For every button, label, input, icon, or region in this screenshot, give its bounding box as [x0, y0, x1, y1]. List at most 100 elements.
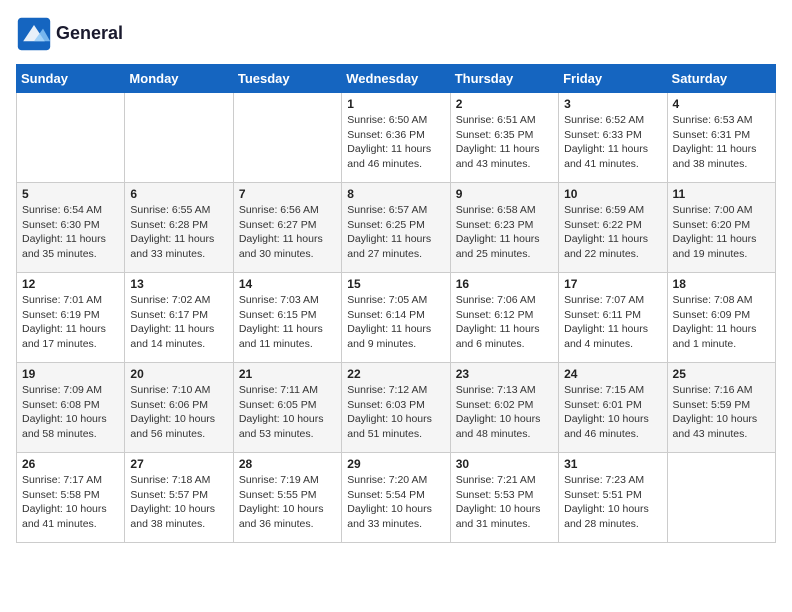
day-number: 31	[564, 457, 661, 471]
day-cell: 16 Sunrise: 7:06 AM Sunset: 6:12 PM Dayli…	[450, 273, 558, 363]
day-info: Sunrise: 6:56 AM Sunset: 6:27 PM Dayligh…	[239, 203, 336, 262]
day-cell: 1Sunrise: 6:50 AM Sunset: 6:36 PM Daylig…	[342, 93, 450, 183]
day-info: Sunrise: 6:55 AM Sunset: 6:28 PM Dayligh…	[130, 203, 227, 262]
day-cell: 23 Sunrise: 7:13 AM Sunset: 6:02 PM Dayli…	[450, 363, 558, 453]
day-cell: 19Sunrise: 7:09 AM Sunset: 6:08 PM Dayli…	[17, 363, 125, 453]
calendar-table: SundayMondayTuesdayWednesdayThursdayFrid…	[16, 64, 776, 543]
day-cell	[125, 93, 233, 183]
week-row-5: 26Sunrise: 7:17 AM Sunset: 5:58 PM Dayli…	[17, 453, 776, 543]
day-cell: 2 Sunrise: 6:51 AM Sunset: 6:35 PM Daylig…	[450, 93, 558, 183]
day-number: 26	[22, 457, 119, 471]
day-info: Sunrise: 7:00 AM Sunset: 6:20 PM Dayligh…	[673, 203, 770, 262]
day-info: Sunrise: 7:08 AM Sunset: 6:09 PM Dayligh…	[673, 293, 770, 352]
day-info: Sunrise: 7:20 AM Sunset: 5:54 PM Dayligh…	[347, 473, 444, 532]
day-cell: 27Sunrise: 7:18 AM Sunset: 5:57 PM Dayli…	[125, 453, 233, 543]
day-number: 8	[347, 187, 444, 201]
day-cell: 9 Sunrise: 6:58 AM Sunset: 6:23 PM Daylig…	[450, 183, 558, 273]
day-cell: 14Sunrise: 7:03 AM Sunset: 6:15 PM Dayli…	[233, 273, 341, 363]
day-number: 2	[456, 97, 553, 111]
day-number: 20	[130, 367, 227, 381]
week-row-4: 19Sunrise: 7:09 AM Sunset: 6:08 PM Dayli…	[17, 363, 776, 453]
logo-text: General	[56, 24, 123, 44]
header-day-wednesday: Wednesday	[342, 65, 450, 93]
logo-icon	[16, 16, 52, 52]
day-number: 30	[456, 457, 553, 471]
day-number: 17	[564, 277, 661, 291]
day-number: 18	[673, 277, 770, 291]
day-info: Sunrise: 7:15 AM Sunset: 6:01 PM Dayligh…	[564, 383, 661, 442]
day-cell: 7 Sunrise: 6:56 AM Sunset: 6:27 PM Daylig…	[233, 183, 341, 273]
day-info: Sunrise: 7:02 AM Sunset: 6:17 PM Dayligh…	[130, 293, 227, 352]
day-number: 24	[564, 367, 661, 381]
day-info: Sunrise: 7:13 AM Sunset: 6:02 PM Dayligh…	[456, 383, 553, 442]
header-day-thursday: Thursday	[450, 65, 558, 93]
day-info: Sunrise: 6:57 AM Sunset: 6:25 PM Dayligh…	[347, 203, 444, 262]
day-cell: 21Sunrise: 7:11 AM Sunset: 6:05 PM Dayli…	[233, 363, 341, 453]
header-day-tuesday: Tuesday	[233, 65, 341, 93]
week-row-3: 12 Sunrise: 7:01 AM Sunset: 6:19 PM Dayli…	[17, 273, 776, 363]
day-cell: 15Sunrise: 7:05 AM Sunset: 6:14 PM Dayli…	[342, 273, 450, 363]
day-number: 13	[130, 277, 227, 291]
week-row-1: 1Sunrise: 6:50 AM Sunset: 6:36 PM Daylig…	[17, 93, 776, 183]
day-info: Sunrise: 7:16 AM Sunset: 5:59 PM Dayligh…	[673, 383, 770, 442]
day-info: Sunrise: 7:11 AM Sunset: 6:05 PM Dayligh…	[239, 383, 336, 442]
day-cell: 25 Sunrise: 7:16 AM Sunset: 5:59 PM Dayli…	[667, 363, 775, 453]
day-info: Sunrise: 6:59 AM Sunset: 6:22 PM Dayligh…	[564, 203, 661, 262]
day-number: 4	[673, 97, 770, 111]
day-cell: 5 Sunrise: 6:54 AM Sunset: 6:30 PM Daylig…	[17, 183, 125, 273]
day-number: 10	[564, 187, 661, 201]
day-cell: 6 Sunrise: 6:55 AM Sunset: 6:28 PM Daylig…	[125, 183, 233, 273]
day-cell: 28Sunrise: 7:19 AM Sunset: 5:55 PM Dayli…	[233, 453, 341, 543]
day-number: 5	[22, 187, 119, 201]
day-number: 23	[456, 367, 553, 381]
day-cell	[17, 93, 125, 183]
page-header: General	[16, 16, 776, 52]
day-info: Sunrise: 6:51 AM Sunset: 6:35 PM Dayligh…	[456, 113, 553, 172]
day-info: Sunrise: 7:12 AM Sunset: 6:03 PM Dayligh…	[347, 383, 444, 442]
day-cell: 13 Sunrise: 7:02 AM Sunset: 6:17 PM Dayli…	[125, 273, 233, 363]
week-row-2: 5 Sunrise: 6:54 AM Sunset: 6:30 PM Daylig…	[17, 183, 776, 273]
day-info: Sunrise: 6:53 AM Sunset: 6:31 PM Dayligh…	[673, 113, 770, 172]
day-number: 29	[347, 457, 444, 471]
day-info: Sunrise: 7:01 AM Sunset: 6:19 PM Dayligh…	[22, 293, 119, 352]
day-number: 11	[673, 187, 770, 201]
day-info: Sunrise: 7:03 AM Sunset: 6:15 PM Dayligh…	[239, 293, 336, 352]
day-info: Sunrise: 7:10 AM Sunset: 6:06 PM Dayligh…	[130, 383, 227, 442]
day-number: 6	[130, 187, 227, 201]
day-info: Sunrise: 7:19 AM Sunset: 5:55 PM Dayligh…	[239, 473, 336, 532]
day-number: 27	[130, 457, 227, 471]
day-cell	[667, 453, 775, 543]
day-cell: 17 Sunrise: 7:07 AM Sunset: 6:11 PM Dayli…	[559, 273, 667, 363]
day-cell: 22Sunrise: 7:12 AM Sunset: 6:03 PM Dayli…	[342, 363, 450, 453]
day-info: Sunrise: 7:07 AM Sunset: 6:11 PM Dayligh…	[564, 293, 661, 352]
day-cell: 20 Sunrise: 7:10 AM Sunset: 6:06 PM Dayli…	[125, 363, 233, 453]
day-cell: 4 Sunrise: 6:53 AM Sunset: 6:31 PM Daylig…	[667, 93, 775, 183]
day-info: Sunrise: 7:21 AM Sunset: 5:53 PM Dayligh…	[456, 473, 553, 532]
day-number: 7	[239, 187, 336, 201]
day-info: Sunrise: 6:54 AM Sunset: 6:30 PM Dayligh…	[22, 203, 119, 262]
day-number: 1	[347, 97, 444, 111]
day-number: 25	[673, 367, 770, 381]
day-cell: 26Sunrise: 7:17 AM Sunset: 5:58 PM Dayli…	[17, 453, 125, 543]
logo: General	[16, 16, 123, 52]
calendar-body: 1Sunrise: 6:50 AM Sunset: 6:36 PM Daylig…	[17, 93, 776, 543]
header-day-monday: Monday	[125, 65, 233, 93]
day-cell: 30 Sunrise: 7:21 AM Sunset: 5:53 PM Dayli…	[450, 453, 558, 543]
day-info: Sunrise: 7:06 AM Sunset: 6:12 PM Dayligh…	[456, 293, 553, 352]
day-info: Sunrise: 7:05 AM Sunset: 6:14 PM Dayligh…	[347, 293, 444, 352]
day-number: 9	[456, 187, 553, 201]
day-cell: 18 Sunrise: 7:08 AM Sunset: 6:09 PM Dayli…	[667, 273, 775, 363]
day-cell: 31Sunrise: 7:23 AM Sunset: 5:51 PM Dayli…	[559, 453, 667, 543]
day-number: 16	[456, 277, 553, 291]
day-info: Sunrise: 6:52 AM Sunset: 6:33 PM Dayligh…	[564, 113, 661, 172]
day-cell: 29 Sunrise: 7:20 AM Sunset: 5:54 PM Dayli…	[342, 453, 450, 543]
day-cell: 10 Sunrise: 6:59 AM Sunset: 6:22 PM Dayli…	[559, 183, 667, 273]
day-cell: 24 Sunrise: 7:15 AM Sunset: 6:01 PM Dayli…	[559, 363, 667, 453]
header-day-friday: Friday	[559, 65, 667, 93]
day-cell: 11 Sunrise: 7:00 AM Sunset: 6:20 PM Dayli…	[667, 183, 775, 273]
day-number: 12	[22, 277, 119, 291]
day-cell	[233, 93, 341, 183]
day-number: 3	[564, 97, 661, 111]
day-number: 19	[22, 367, 119, 381]
day-info: Sunrise: 6:58 AM Sunset: 6:23 PM Dayligh…	[456, 203, 553, 262]
